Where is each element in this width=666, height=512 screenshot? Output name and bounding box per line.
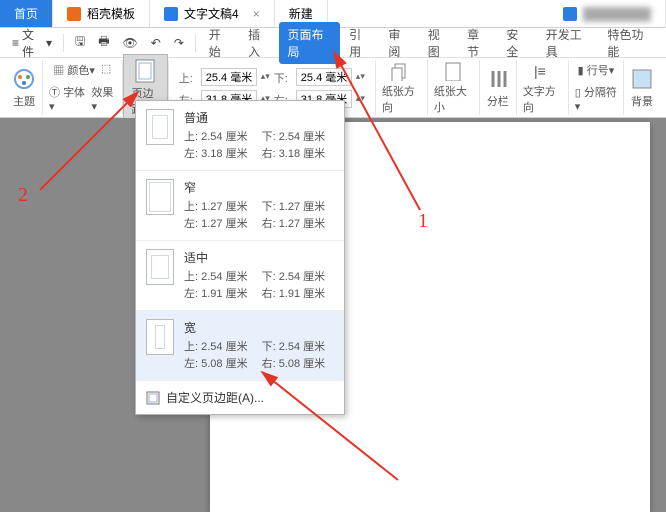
svg-text:|≡: |≡: [534, 63, 546, 79]
annotation-1: 1: [418, 210, 428, 233]
breaks-button[interactable]: ▯ 分隔符▾: [575, 84, 617, 113]
preset-wide[interactable]: 宽上: 2.54 厘米下: 2.54 厘米左: 5.08 厘米右: 5.08 厘…: [136, 311, 344, 381]
file-label: 文件: [22, 26, 43, 60]
paper-size-label: 纸张大小: [434, 83, 473, 115]
tab-developer[interactable]: 开发工具: [538, 22, 599, 64]
theme-label: 主题: [13, 93, 35, 109]
text-direction-button[interactable]: |≡ 文字方向: [517, 60, 569, 115]
color-button[interactable]: ▦ 颜色▾: [53, 62, 95, 78]
preset-narrow[interactable]: 窄上: 1.27 厘米下: 1.27 厘米左: 1.27 厘米右: 1.27 厘…: [136, 171, 344, 241]
quick-access-toolbar: ≡ 文件 ▾ 🖫 🖶 👁 ↶ ↷ 开始 插入 页面布局 引用 审阅 视图 章节 …: [0, 28, 666, 58]
tab-insert[interactable]: 插入: [240, 22, 278, 64]
orientation-icon: [389, 60, 413, 81]
background-button[interactable]: 背景: [624, 60, 660, 115]
preset-narrow-title: 窄: [184, 179, 325, 197]
preset-moderate[interactable]: 适中上: 2.54 厘米下: 2.54 厘米左: 1.91 厘米右: 1.91 …: [136, 241, 344, 311]
tab-start[interactable]: 开始: [201, 22, 239, 64]
redo-button[interactable]: ↷: [168, 32, 190, 54]
columns-label: 分栏: [487, 93, 509, 109]
margins-icon: [135, 59, 155, 83]
background-label: 背景: [631, 93, 653, 109]
save-button[interactable]: 🖫: [69, 28, 91, 57]
tab-templates-label: 稻壳模板: [87, 5, 135, 22]
font-effect-group: ▦ 颜色▾ ⬚ Ⓣ 字体▾ 效果▾: [43, 60, 123, 115]
background-icon: [630, 67, 654, 91]
orientation-label: 纸张方向: [382, 83, 421, 115]
preset-wide-thumb: [146, 319, 174, 355]
preset-moderate-title: 适中: [184, 249, 325, 267]
tab-chapter[interactable]: 章节: [459, 22, 497, 64]
paper-size-icon: [441, 60, 465, 81]
font-button[interactable]: Ⓣ 字体▾: [49, 84, 85, 113]
text-direction-icon: |≡: [530, 60, 554, 81]
theme-group[interactable]: 主题: [6, 60, 43, 115]
tab-page-layout[interactable]: 页面布局: [279, 22, 340, 64]
annotation-2: 2: [18, 184, 28, 207]
tab-templates[interactable]: 稻壳模板: [53, 0, 150, 27]
preset-normal-thumb: [146, 109, 174, 145]
doc-icon: [164, 7, 178, 21]
tab-home-label: 首页: [14, 5, 38, 22]
custom-margins-label: 自定义页边距(A)...: [166, 389, 264, 406]
tab-doc-label: 文字文稿4: [184, 5, 239, 22]
tab-references[interactable]: 引用: [341, 22, 379, 64]
theme-icon: [12, 67, 36, 91]
tab-safe[interactable]: 安全: [498, 22, 536, 64]
tab-new-label: 新建: [289, 5, 313, 22]
border-button[interactable]: ⬚: [101, 62, 111, 78]
custom-margins[interactable]: 自定义页边距(A)...: [136, 381, 344, 414]
margin-bottom-input[interactable]: [296, 68, 352, 86]
undo-button[interactable]: ↶: [145, 32, 167, 54]
text-direction-label: 文字方向: [523, 83, 562, 115]
preset-normal[interactable]: 普通上: 2.54 厘米下: 2.54 厘米左: 3.18 厘米右: 3.18 …: [136, 101, 344, 171]
tab-view[interactable]: 视图: [420, 22, 458, 64]
custom-margins-icon: [146, 391, 160, 405]
preset-narrow-thumb: [146, 179, 174, 215]
preview-button[interactable]: 👁: [117, 32, 144, 54]
margin-top-input[interactable]: [201, 68, 257, 86]
menu-button[interactable]: ≡ 文件 ▾: [6, 22, 58, 64]
tab-review[interactable]: 审阅: [380, 22, 418, 64]
bottom-label: 下:: [274, 70, 292, 86]
paper-size-button[interactable]: 纸张大小: [428, 60, 480, 115]
columns-button[interactable]: 分栏: [480, 60, 517, 115]
doc-icon-2: [563, 7, 577, 21]
effect-button[interactable]: 效果▾: [91, 84, 115, 113]
preset-moderate-thumb: [146, 249, 174, 285]
margins-dropdown: 普通上: 2.54 厘米下: 2.54 厘米左: 3.18 厘米右: 3.18 …: [135, 100, 345, 415]
columns-icon: [486, 67, 510, 91]
templates-icon: [67, 7, 81, 21]
line-breaks-group: ▮ 行号▾ ▯ 分隔符▾: [569, 60, 624, 115]
close-icon[interactable]: ×: [253, 7, 260, 21]
preset-normal-title: 普通: [184, 109, 325, 127]
line-number-button[interactable]: ▮ 行号▾: [578, 62, 615, 78]
top-label: 上:: [179, 70, 197, 86]
preset-wide-title: 宽: [184, 319, 325, 337]
orientation-button[interactable]: 纸张方向: [376, 60, 428, 115]
tab-feature[interactable]: 特色功能: [599, 22, 660, 64]
print-button[interactable]: 🖶: [92, 28, 115, 57]
tab-other-label: ████████: [583, 7, 651, 21]
